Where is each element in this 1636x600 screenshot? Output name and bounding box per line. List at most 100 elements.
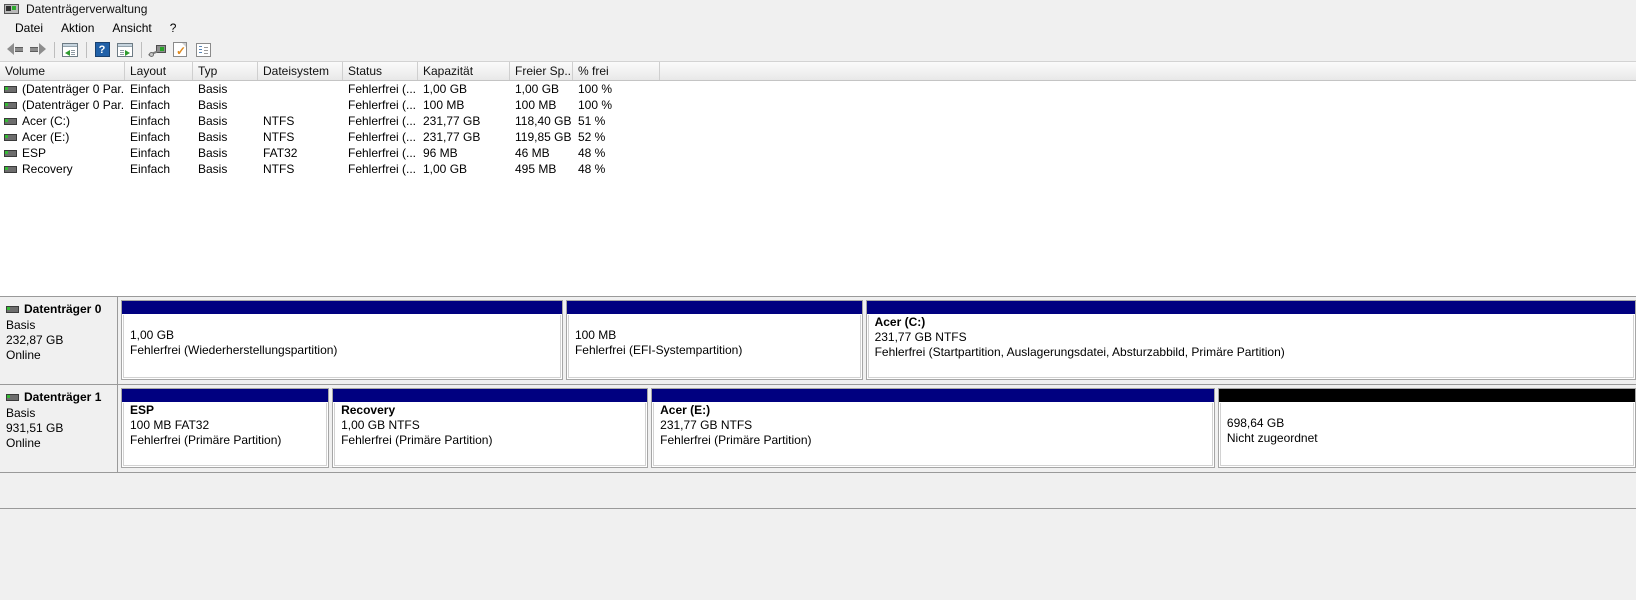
table-row[interactable]: (Datenträger 0 Par... Einfach Basis Fehl… bbox=[0, 97, 1636, 113]
cell-layout: Einfach bbox=[130, 130, 171, 144]
cell-freier-speicher: 46 MB bbox=[515, 146, 550, 160]
volume-list-header: Volume Layout Typ Dateisystem Status Kap… bbox=[0, 62, 1636, 81]
partition-label: Acer (E:) bbox=[660, 403, 711, 417]
disk-state-1: Online bbox=[6, 436, 41, 450]
disk-partitions-0: 1,00 GB Fehlerfrei (Wiederherstellungspa… bbox=[118, 297, 1636, 384]
menu-ansicht[interactable]: Ansicht bbox=[103, 19, 160, 37]
disk-row-0[interactable]: Datenträger 0 Basis 232,87 GB Online 1,0… bbox=[0, 297, 1636, 385]
volume-list-body: (Datenträger 0 Par... Einfach Basis Fehl… bbox=[0, 81, 1636, 296]
cell-status: Fehlerfrei (... bbox=[348, 162, 417, 176]
properties-button[interactable]: ✓ bbox=[169, 40, 191, 60]
partition-block[interactable]: Acer (C:) 231,77 GB NTFS Fehlerfrei (Sta… bbox=[865, 300, 1636, 380]
disk-title-0: Datenträger 0 bbox=[6, 302, 111, 316]
cell-freier-speicher: 495 MB bbox=[515, 162, 557, 176]
partition-details: 698,64 GB Nicht zugeordnet bbox=[1219, 403, 1634, 466]
cell-status: Fehlerfrei (... bbox=[348, 130, 417, 144]
cell-dateisystem: NTFS bbox=[263, 114, 295, 128]
cell-layout: Einfach bbox=[130, 146, 171, 160]
empty-area bbox=[0, 508, 1636, 585]
partition-block[interactable]: ESP 100 MB FAT32 Fehlerfrei (Primäre Par… bbox=[121, 388, 330, 468]
cell-freier-speicher: 100 MB bbox=[515, 98, 557, 112]
cell-kapazitaet: 231,77 GB bbox=[423, 130, 481, 144]
table-row[interactable]: (Datenträger 0 Par... Einfach Basis Fehl… bbox=[0, 81, 1636, 97]
back-button[interactable] bbox=[4, 40, 26, 60]
cell-volume-label: (Datenträger 0 Par... bbox=[22, 82, 125, 96]
partition-size: 100 MB bbox=[574, 328, 617, 342]
help-button[interactable]: ? bbox=[91, 40, 113, 60]
cell-volume: Acer (C:) bbox=[0, 114, 125, 128]
partition-status: Fehlerfrei (Primäre Partition) bbox=[130, 433, 282, 447]
partition-size: 1,00 GB NTFS bbox=[341, 418, 420, 432]
show-hide-console-tree-button[interactable] bbox=[59, 40, 81, 60]
cell-typ: Basis bbox=[198, 98, 228, 112]
back-arrow-icon bbox=[7, 43, 23, 56]
column-header-freier-speicher[interactable]: Freier Sp... bbox=[510, 62, 573, 80]
volume-icon bbox=[4, 85, 17, 93]
disk-info-0[interactable]: Datenträger 0 Basis 232,87 GB Online bbox=[0, 297, 118, 384]
partition-size: 231,77 GB NTFS bbox=[660, 418, 753, 432]
disk-size-0: 232,87 GB bbox=[6, 333, 64, 347]
volume-icon bbox=[4, 165, 17, 173]
partition-status: Fehlerfrei (Primäre Partition) bbox=[660, 433, 812, 447]
column-header-volume[interactable]: Volume bbox=[0, 62, 125, 80]
partition-details: Recovery 1,00 GB NTFS Fehlerfrei (Primär… bbox=[334, 403, 647, 466]
unallocated-color-bar bbox=[1218, 389, 1635, 402]
cell-status: Fehlerfrei (... bbox=[348, 82, 417, 96]
column-header-filler bbox=[660, 62, 1636, 80]
window-title: Datenträgerverwaltung bbox=[26, 2, 148, 16]
disk-management-icon bbox=[4, 3, 20, 16]
disk-size-1: 931,51 GB bbox=[6, 421, 64, 435]
column-header-status[interactable]: Status bbox=[343, 62, 418, 80]
show-action-pane-button[interactable] bbox=[114, 40, 136, 60]
disk-name-label: Datenträger 0 bbox=[24, 302, 102, 316]
volume-icon bbox=[4, 149, 17, 157]
cell-typ: Basis bbox=[198, 82, 228, 96]
cell-kapazitaet: 96 MB bbox=[423, 146, 458, 160]
cell-kapazitaet: 1,00 GB bbox=[423, 82, 468, 96]
partition-status: Fehlerfrei (Startpartition, Auslagerungs… bbox=[874, 345, 1285, 359]
partition-block[interactable]: 100 MB Fehlerfrei (EFI-Systempartition) bbox=[565, 300, 863, 380]
disk-row-1[interactable]: Datenträger 1 Basis 931,51 GB Online ESP… bbox=[0, 385, 1636, 473]
partition-block[interactable]: 1,00 GB Fehlerfrei (Wiederherstellungspa… bbox=[121, 300, 563, 380]
menu-bar: Datei Aktion Ansicht ? bbox=[0, 18, 1636, 38]
cell-volume-label: Recovery bbox=[22, 162, 73, 176]
table-row[interactable]: ESP Einfach Basis FAT32 Fehlerfrei (... … bbox=[0, 145, 1636, 161]
column-header-kapazitaet[interactable]: Kapazität bbox=[418, 62, 510, 80]
cell-dateisystem: NTFS bbox=[263, 130, 295, 144]
cell-volume-label: ESP bbox=[22, 146, 47, 160]
partition-block-unallocated[interactable]: 698,64 GB Nicht zugeordnet bbox=[1217, 388, 1636, 468]
cell-kapazitaet: 100 MB bbox=[423, 98, 465, 112]
toolbar-separator bbox=[54, 41, 55, 58]
partition-status: Fehlerfrei (Wiederherstellungspartition) bbox=[130, 343, 338, 357]
column-header-prozent-frei[interactable]: % frei bbox=[573, 62, 660, 80]
column-header-typ[interactable]: Typ bbox=[193, 62, 258, 80]
disk-type-1: Basis bbox=[6, 406, 36, 420]
partition-details: 1,00 GB Fehlerfrei (Wiederherstellungspa… bbox=[123, 315, 561, 378]
disk-name-label: Datenträger 1 bbox=[24, 390, 102, 404]
disk-info-1[interactable]: Datenträger 1 Basis 931,51 GB Online bbox=[0, 385, 118, 472]
partition-block[interactable]: Recovery 1,00 GB NTFS Fehlerfrei (Primär… bbox=[332, 388, 649, 468]
column-header-dateisystem[interactable]: Dateisystem bbox=[258, 62, 343, 80]
cell-dateisystem: NTFS bbox=[263, 162, 295, 176]
menu-help[interactable]: ? bbox=[161, 19, 186, 37]
volume-icon bbox=[4, 133, 17, 141]
list-view-button[interactable] bbox=[192, 40, 214, 60]
table-row[interactable]: Recovery Einfach Basis NTFS Fehlerfrei (… bbox=[0, 161, 1636, 177]
disk-type-0: Basis bbox=[6, 318, 36, 332]
table-row[interactable]: Acer (E:) Einfach Basis NTFS Fehlerfrei … bbox=[0, 129, 1636, 145]
cell-kapazitaet: 1,00 GB bbox=[423, 162, 468, 176]
table-row[interactable]: Acer (C:) Einfach Basis NTFS Fehlerfrei … bbox=[0, 113, 1636, 129]
partition-block[interactable]: Acer (E:) 231,77 GB NTFS Fehlerfrei (Pri… bbox=[651, 388, 1215, 468]
partition-status: Fehlerfrei (Primäre Partition) bbox=[341, 433, 493, 447]
cell-layout: Einfach bbox=[130, 98, 171, 112]
column-header-layout[interactable]: Layout bbox=[125, 62, 193, 80]
cell-volume: Acer (E:) bbox=[0, 130, 125, 144]
rescan-disks-button[interactable] bbox=[146, 40, 168, 60]
volume-icon bbox=[4, 117, 17, 125]
partition-details: ESP 100 MB FAT32 Fehlerfrei (Primäre Par… bbox=[123, 403, 328, 466]
forward-button[interactable] bbox=[27, 40, 49, 60]
menu-aktion[interactable]: Aktion bbox=[52, 19, 103, 37]
partition-color-bar bbox=[652, 389, 1214, 402]
menu-datei[interactable]: Datei bbox=[6, 19, 52, 37]
show-action-pane-icon bbox=[117, 42, 133, 57]
